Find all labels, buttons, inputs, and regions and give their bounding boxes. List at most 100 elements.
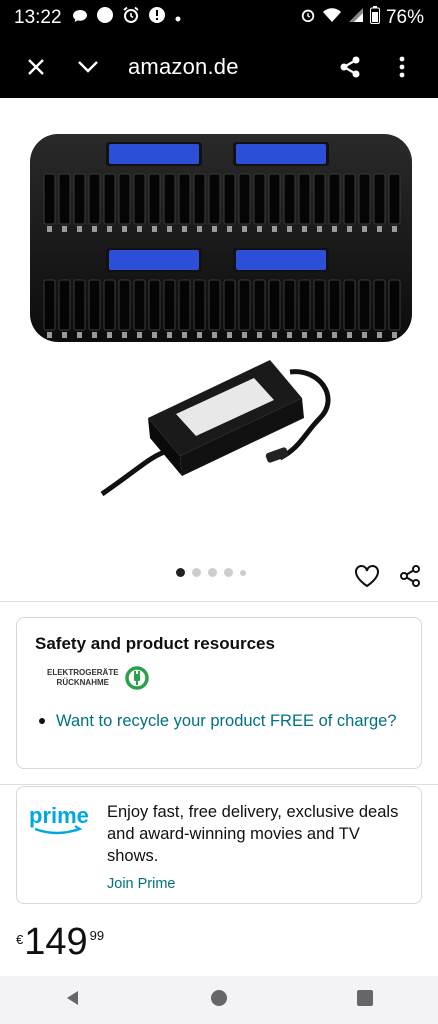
recycle-plug-icon: [124, 666, 149, 690]
recycle-item: Want to recycle your product FREE of cha…: [39, 710, 403, 732]
battery-slot: [208, 173, 221, 225]
slot-indicator: [257, 226, 262, 232]
slot-indicator: [167, 226, 172, 232]
page-url: amazon.de: [128, 54, 239, 79]
home-button[interactable]: [210, 989, 228, 1012]
slot-indicator: [302, 332, 307, 338]
share-product-button[interactable]: [398, 564, 422, 593]
heart-icon: [355, 565, 379, 588]
battery-slot: [58, 173, 71, 225]
battery-slot: [328, 173, 341, 225]
lcd-display: [109, 250, 199, 270]
battery-slot: [43, 279, 56, 331]
battery-slot: [103, 173, 116, 225]
battery-slot: [58, 279, 71, 331]
pagination-dot[interactable]: [224, 568, 233, 577]
battery-slot: [358, 279, 371, 331]
slot-indicator: [47, 226, 52, 232]
battery-slot: [343, 279, 356, 331]
slot-indicator: [287, 332, 292, 338]
battery-slot: [238, 279, 251, 331]
more-notifications-icon: [174, 7, 182, 29]
battery-slot: [313, 173, 326, 225]
slot-indicator: [197, 226, 202, 232]
battery-slot: [178, 279, 191, 331]
battery-slot: [88, 279, 101, 331]
slot-indicator: [257, 332, 262, 338]
prime-logo: prime: [29, 801, 95, 889]
slot-indicator: [107, 226, 112, 232]
battery-slot: [268, 279, 281, 331]
slot-indicator: [152, 332, 157, 338]
slot-indicator: [392, 332, 397, 338]
pagination-dot[interactable]: [208, 568, 217, 577]
safety-title: Safety and product resources: [35, 634, 275, 653]
status-time: 13:22: [14, 7, 62, 28]
battery-slot: [328, 279, 341, 331]
lcd-display: [236, 144, 326, 164]
elektro-ruecknahme-badge: ELEKTROGERÄTE RÜCKNAHME: [47, 666, 403, 690]
battery-slot: [253, 279, 266, 331]
pagination-dot[interactable]: [192, 568, 201, 577]
product-image[interactable]: [0, 98, 438, 558]
slot-indicator: [77, 332, 82, 338]
slot-indicator: [137, 226, 142, 232]
battery-slot: [283, 279, 296, 331]
slot-indicator: [227, 332, 232, 338]
slot-indicator: [47, 332, 52, 338]
status-bar: 13:22 76%: [0, 0, 438, 36]
prime-description: Enjoy fast, free delivery, exclusive dea…: [107, 803, 399, 865]
battery-percent: 76%: [385, 7, 424, 28]
battery-slot: [73, 279, 86, 331]
slot-indicator: [212, 332, 217, 338]
back-button[interactable]: [64, 989, 82, 1012]
battery-slot: [73, 173, 86, 225]
recents-button[interactable]: [356, 989, 374, 1012]
battery-slot: [163, 279, 176, 331]
wishlist-button[interactable]: [354, 564, 380, 593]
battery-slot: [238, 173, 251, 225]
battery-slot: [133, 279, 146, 331]
battery-slot: [163, 173, 176, 225]
battery-slot: [268, 173, 281, 225]
price-whole: 149: [24, 921, 88, 963]
battery-slot: [253, 173, 266, 225]
browser-top-bar: amazon.de: [0, 36, 438, 98]
wifi-icon: [322, 7, 342, 29]
pagination-dot[interactable]: [176, 568, 185, 577]
battery-slot: [373, 279, 386, 331]
price-fraction: 99: [89, 928, 105, 943]
join-prime-link[interactable]: Join Prime: [107, 876, 407, 892]
slot-indicator: [332, 332, 337, 338]
slot-indicator: [287, 226, 292, 232]
close-button[interactable]: [10, 41, 62, 93]
slot-indicator: [242, 332, 247, 338]
battery-slot: [193, 173, 206, 225]
slot-indicator: [92, 332, 97, 338]
alarm-icon: [300, 7, 316, 29]
slot-indicator: [92, 226, 97, 232]
slot-indicator: [347, 226, 352, 232]
back-icon: [67, 990, 78, 1005]
battery-slot: [103, 279, 116, 331]
battery-slot: [193, 279, 206, 331]
battery-slot: [208, 279, 221, 331]
share-button[interactable]: [324, 41, 376, 93]
more-options-button[interactable]: [376, 41, 428, 93]
slot-indicator: [107, 332, 112, 338]
slot-indicator: [152, 226, 157, 232]
chevron-down-icon: [78, 61, 98, 73]
slot-indicator: [392, 226, 397, 232]
recycle-link[interactable]: Want to recycle your product FREE of cha…: [56, 710, 397, 732]
battery-slot: [373, 173, 386, 225]
slot-indicator: [62, 226, 67, 232]
alert-icon: [148, 6, 166, 30]
slot-indicator: [62, 332, 67, 338]
slot-indicator: [347, 332, 352, 338]
pagination-dot[interactable]: [240, 569, 246, 576]
gallery-pagination: [176, 568, 246, 577]
slot-indicator: [122, 226, 127, 232]
expand-button[interactable]: [62, 41, 114, 93]
close-icon: [28, 59, 44, 75]
price: € 149 99: [16, 920, 104, 964]
